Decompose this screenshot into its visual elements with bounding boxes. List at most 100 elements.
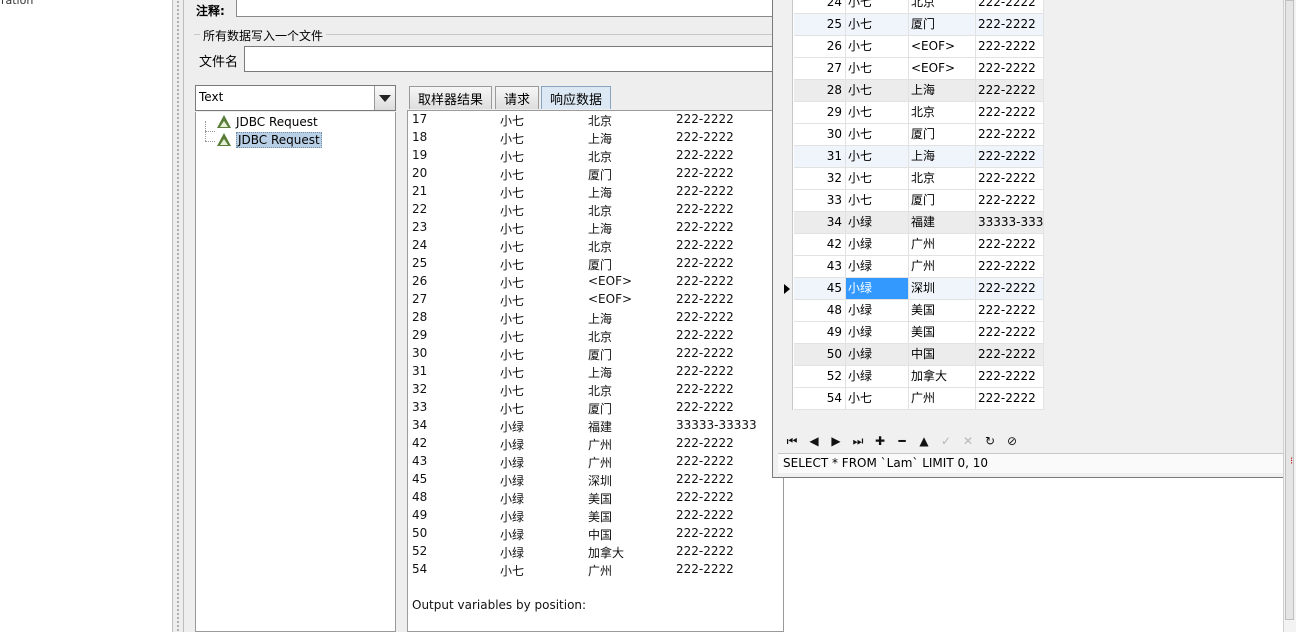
grid-row[interactable]: 30 小七 厦门 222-2222 [782, 124, 1044, 146]
grid-cell[interactable]: 222-2222 [976, 366, 1044, 388]
tab-request[interactable]: 请求 [495, 86, 540, 109]
row-indicator[interactable] [782, 190, 793, 212]
grid-row[interactable]: 32 小七 北京 222-2222 [782, 168, 1044, 190]
grid-row[interactable]: 26 小七 <EOF> 222-2222 [782, 36, 1044, 58]
grid-row[interactable]: 25 小七 厦门 222-2222 [782, 14, 1044, 36]
grid-cell[interactable]: 小七 [846, 80, 909, 102]
grid-cell[interactable]: 222-2222 [976, 102, 1044, 124]
grid-cell[interactable]: 31 [794, 146, 846, 168]
grid-cell[interactable]: 小绿 [846, 322, 909, 344]
grid-row[interactable]: 45 小绿 深圳 222-2222 [782, 278, 1044, 300]
grid-cell[interactable]: 小绿 [846, 366, 909, 388]
grid-cell[interactable]: 小绿 [846, 300, 909, 322]
grid-cell[interactable]: 33 [794, 190, 846, 212]
delete-record-icon[interactable]: ━ [892, 430, 912, 452]
grid-cell[interactable]: 北京 [909, 0, 976, 14]
grid-row[interactable]: 50 小绿 中国 222-2222 [782, 344, 1044, 366]
grid-cell[interactable]: 42 [794, 234, 846, 256]
grid-cell[interactable]: 222-2222 [976, 58, 1044, 80]
grid-cell[interactable]: 小绿 [846, 278, 909, 300]
grid-cell[interactable]: <EOF> [909, 36, 976, 58]
grid-row[interactable]: 31 小七 上海 222-2222 [782, 146, 1044, 168]
grid-cell[interactable]: 222-2222 [976, 300, 1044, 322]
results-tree[interactable] [195, 112, 396, 632]
grid-row[interactable]: 48 小绿 美国 222-2222 [782, 300, 1044, 322]
grid-cell[interactable]: 广州 [909, 234, 976, 256]
grid-cell[interactable]: 222-2222 [976, 124, 1044, 146]
row-indicator[interactable] [782, 256, 793, 278]
grid-cell[interactable]: 29 [794, 102, 846, 124]
scrollbar-thumb[interactable] [1285, 0, 1294, 620]
prev-record-icon[interactable]: ◀ [804, 430, 824, 452]
grid-cell[interactable]: 26 [794, 36, 846, 58]
grid-cell[interactable]: 222-2222 [976, 36, 1044, 58]
current-row-indicator-icon[interactable] [782, 278, 793, 300]
grid-cell[interactable]: 北京 [909, 168, 976, 190]
row-indicator[interactable] [782, 344, 793, 366]
grid-cell[interactable]: 45 [794, 278, 846, 300]
grid-cell[interactable]: 美国 [909, 322, 976, 344]
grid-cell[interactable]: 深圳 [909, 278, 976, 300]
grid-cell[interactable]: 222-2222 [976, 344, 1044, 366]
grid-cell[interactable]: 小七 [846, 388, 909, 410]
grid-row[interactable]: 43 小绿 广州 222-2222 [782, 256, 1044, 278]
grid-row[interactable]: 24 小七 北京 222-2222 [782, 0, 1044, 14]
grid-cell[interactable]: 广州 [909, 256, 976, 278]
grid-cell[interactable]: 50 [794, 344, 846, 366]
grid-cell[interactable]: 小绿 [846, 256, 909, 278]
row-indicator[interactable] [782, 36, 793, 58]
grid-cell[interactable]: 上海 [909, 80, 976, 102]
grid-cell[interactable]: 小七 [846, 36, 909, 58]
grid-cell[interactable]: 广州 [909, 388, 976, 410]
grid-cell[interactable]: 厦门 [909, 124, 976, 146]
grid-cell[interactable]: 上海 [909, 146, 976, 168]
grid-cell[interactable]: 小七 [846, 124, 909, 146]
renderer-dropdown[interactable] [195, 85, 396, 111]
row-indicator[interactable] [782, 146, 793, 168]
grid-row[interactable]: 34 小绿 福建 33333-3333 [782, 212, 1044, 234]
grid-cell[interactable]: 小七 [846, 146, 909, 168]
tab-sampler-result[interactable]: 取样器结果 [409, 86, 493, 109]
row-indicator[interactable] [782, 80, 793, 102]
grid-cell[interactable]: 小绿 [846, 344, 909, 366]
next-record-icon[interactable]: ▶ [826, 430, 846, 452]
grid-cell[interactable]: 222-2222 [976, 80, 1044, 102]
row-indicator[interactable] [782, 388, 793, 410]
grid-cell[interactable]: 小绿 [846, 234, 909, 256]
post-record-icon[interactable]: ✓ [936, 430, 956, 452]
grid-cell[interactable]: 49 [794, 322, 846, 344]
grid-cell[interactable]: 加拿大 [909, 366, 976, 388]
grid-row[interactable]: 29 小七 北京 222-2222 [782, 102, 1044, 124]
grid-cell[interactable]: 222-2222 [976, 168, 1044, 190]
grid-cell[interactable]: 厦门 [909, 190, 976, 212]
row-indicator[interactable] [782, 168, 793, 190]
filename-input[interactable] [244, 46, 784, 72]
grid-cell[interactable]: 33333-3333 [976, 212, 1044, 234]
grid-cell[interactable]: 小七 [846, 190, 909, 212]
grid-cell[interactable]: 48 [794, 300, 846, 322]
last-record-icon[interactable]: ⏭ [848, 430, 868, 452]
grid-cell[interactable]: 小七 [846, 102, 909, 124]
grid-cell[interactable]: 30 [794, 124, 846, 146]
grid-cell[interactable]: <EOF> [909, 58, 976, 80]
grid-cell[interactable]: 222-2222 [976, 14, 1044, 36]
grid-cell[interactable]: 小七 [846, 58, 909, 80]
grid-row[interactable]: 33 小七 厦门 222-2222 [782, 190, 1044, 212]
stop-icon[interactable]: ⊘ [1002, 430, 1022, 452]
grid-cell[interactable]: 54 [794, 388, 846, 410]
tree-item-selected[interactable]: JDBC Request [217, 131, 322, 149]
row-indicator[interactable] [782, 0, 793, 14]
grid-cell[interactable]: 厦门 [909, 14, 976, 36]
grid-cell[interactable]: 小七 [846, 168, 909, 190]
grid-cell[interactable]: 美国 [909, 300, 976, 322]
grid-row[interactable]: 27 小七 <EOF> 222-2222 [782, 58, 1044, 80]
grid-cell[interactable]: 222-2222 [976, 190, 1044, 212]
grid-cell[interactable]: 25 [794, 14, 846, 36]
row-indicator[interactable] [782, 366, 793, 388]
grid-cell[interactable]: 222-2222 [976, 388, 1044, 410]
row-indicator[interactable] [782, 322, 793, 344]
row-indicator[interactable] [782, 212, 793, 234]
tree-item[interactable]: JDBC Request [217, 113, 318, 131]
tab-response-data[interactable]: 响应数据 [541, 86, 612, 109]
grid-cell[interactable]: 52 [794, 366, 846, 388]
